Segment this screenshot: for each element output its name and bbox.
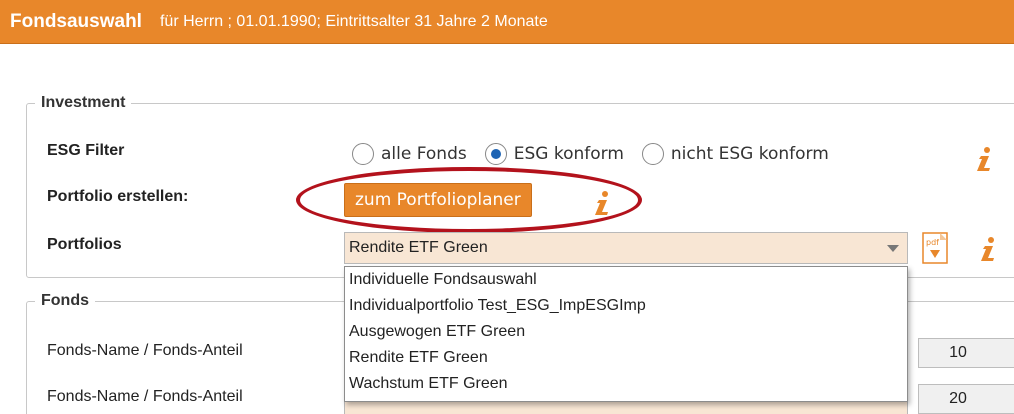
portfolio-create-label: Portfolio erstellen: [47,188,189,205]
pdf-icon[interactable]: pdf [922,232,950,264]
portfolios-label: Portfolios [47,236,122,253]
dropdown-option[interactable]: Individualportfolio Test_ESG_ImpESGImp [345,293,907,319]
fonds-row-label: Fonds-Name / Fonds-Anteil [47,388,243,405]
page-title: Fondsauswahl [10,10,142,32]
fonds-share-input[interactable]: 10 [918,338,1014,368]
portfolios-select[interactable]: Rendite ETF Green [344,232,908,264]
fonds-share-input[interactable]: 20 [918,384,1014,414]
fonds-row-label: Fonds-Name / Fonds-Anteil [47,342,243,359]
radio-alle-fonds[interactable]: alle Fonds [352,143,467,165]
chevron-down-icon[interactable] [887,245,899,252]
dropdown-option[interactable]: Rendite ETF Green [345,345,907,371]
portfolios-dropdown-list: Individuelle Fondsauswahl Individualport… [344,266,908,402]
radio-button[interactable] [352,143,374,165]
fonds-legend: Fonds [41,292,89,309]
esg-filter-label: ESG Filter [47,142,125,159]
radio-esg-konform[interactable]: ESG konform [484,143,624,165]
radio-label: ESG konform [513,144,624,164]
dropdown-option[interactable]: Ausgewogen ETF Green [345,319,907,345]
investment-legend: Investment [41,94,126,111]
radio-button[interactable] [641,143,664,165]
radio-label: alle Fonds [381,144,467,164]
portfolios-selected-value: Rendite ETF Green [349,239,488,256]
esg-radio-group: alle Fonds ESG konform nicht ESG konform [352,143,847,165]
info-icon[interactable] [976,236,998,262]
page-subtitle: für Herrn ; 01.01.1990; Eintrittsalter 3… [159,12,548,30]
info-icon[interactable] [972,146,994,172]
svg-text:pdf: pdf [926,238,939,247]
radio-label: nicht ESG konform [670,144,829,164]
info-icon[interactable] [590,190,612,216]
radio-nicht-esg-konform[interactable]: nicht ESG konform [641,143,829,165]
title-bar: Fondsauswahl für Herrn ; 01.01.1990; Ein… [0,0,1014,44]
dropdown-option[interactable]: Individuelle Fondsauswahl [345,267,907,293]
radio-button-selected[interactable] [484,143,507,165]
dropdown-option[interactable]: Wachstum ETF Green [345,371,907,397]
